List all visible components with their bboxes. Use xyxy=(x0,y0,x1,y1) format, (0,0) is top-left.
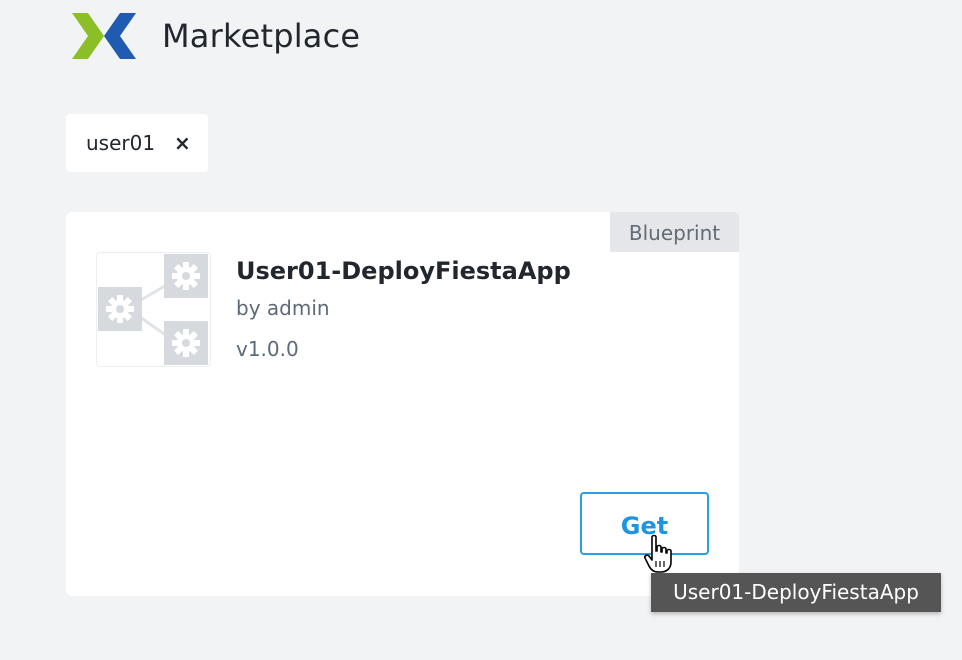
blueprint-version: v1.0.0 xyxy=(236,337,299,361)
blueprint-gears-icon xyxy=(98,254,208,365)
nutanix-logo-icon xyxy=(72,13,136,59)
page-title: Marketplace xyxy=(162,17,361,55)
app-header xyxy=(72,6,136,66)
type-badge: Blueprint xyxy=(610,212,739,252)
blueprint-thumbnail xyxy=(96,252,211,367)
close-icon[interactable]: × xyxy=(174,133,191,153)
filter-chip-label: user01 xyxy=(86,131,156,155)
hand-pointer-icon xyxy=(644,534,672,573)
tooltip: User01-DeployFiestaApp xyxy=(651,573,941,612)
blueprint-author: by admin xyxy=(236,296,330,320)
blueprint-card[interactable]: Blueprint User01-DeployFiestaApp by admi… xyxy=(66,212,739,596)
blueprint-name: User01-DeployFiestaApp xyxy=(236,257,571,285)
filter-chip: user01 × xyxy=(66,114,208,172)
